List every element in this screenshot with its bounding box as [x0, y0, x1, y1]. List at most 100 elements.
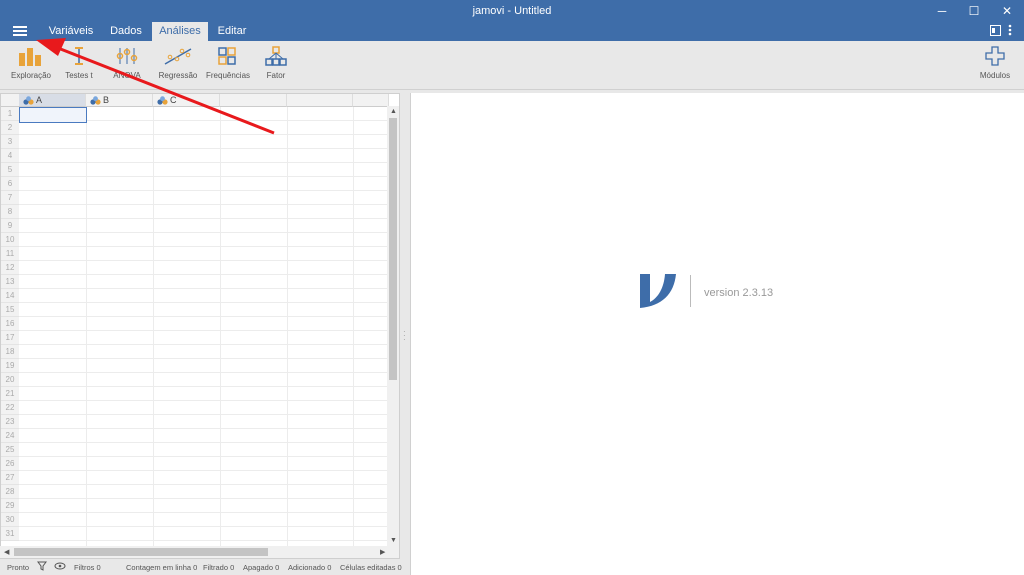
eye-icon[interactable]	[54, 561, 66, 573]
plus-icon	[985, 46, 1005, 66]
row-number[interactable]: 17	[1, 331, 19, 345]
row-number[interactable]: 24	[1, 429, 19, 443]
column-header-c[interactable]: C	[153, 94, 220, 107]
exploration-icon	[19, 48, 41, 66]
row-number[interactable]: 16	[1, 317, 19, 331]
maximize-button[interactable]: ☐	[966, 3, 982, 19]
column-header-b[interactable]: B	[86, 94, 153, 107]
column-header-empty[interactable]	[287, 94, 353, 107]
column-header-a[interactable]: A	[19, 94, 86, 107]
selected-cell[interactable]	[19, 107, 87, 123]
logo-separator	[690, 275, 691, 307]
row-number[interactable]: 12	[1, 261, 19, 275]
frequencies-button[interactable]: Frequências	[206, 45, 250, 80]
anova-button[interactable]: ANOVA	[108, 45, 146, 80]
row-number[interactable]: 7	[1, 191, 19, 205]
data-spreadsheet[interactable]: A B C 1 2 3 4 5 6 7 8 9 10 11 12 13 14 15 16 17 18 19 20 21 2…	[0, 93, 400, 559]
corner-cell[interactable]	[1, 94, 19, 107]
column-header-empty[interactable]	[220, 94, 287, 107]
factor-icon	[265, 46, 287, 66]
row-number[interactable]: 2	[1, 121, 19, 135]
row-number[interactable]: 13	[1, 275, 19, 289]
horizontal-scroll-thumb[interactable]	[14, 548, 268, 556]
status-ready: Pronto	[7, 563, 30, 572]
jamovi-logo-icon	[640, 274, 676, 308]
row-number[interactable]: 22	[1, 401, 19, 415]
regression-button[interactable]: Regressão	[158, 45, 198, 80]
frequencies-icon	[218, 47, 236, 65]
row-number[interactable]: 26	[1, 457, 19, 471]
menu-hamburger-icon[interactable]	[13, 26, 27, 36]
row-number[interactable]: 31	[1, 527, 19, 541]
row-number[interactable]: 20	[1, 373, 19, 387]
more-options-icon[interactable]	[1008, 24, 1012, 39]
row-number[interactable]: 4	[1, 149, 19, 163]
grid-line	[353, 107, 354, 549]
nominal-variable-icon	[23, 96, 34, 105]
grid-line	[19, 358, 388, 359]
row-number[interactable]: 29	[1, 499, 19, 513]
status-filters: Filtros 0	[74, 563, 101, 572]
tab-analises[interactable]: Análises	[152, 22, 208, 41]
row-number[interactable]: 15	[1, 303, 19, 317]
row-number[interactable]: 5	[1, 163, 19, 177]
grid-line	[19, 274, 388, 275]
row-number[interactable]: 6	[1, 177, 19, 191]
row-number[interactable]: 25	[1, 443, 19, 457]
vertical-scroll-thumb[interactable]	[389, 118, 397, 380]
results-panel	[410, 93, 1024, 575]
grid-line	[19, 372, 388, 373]
nominal-variable-icon	[90, 96, 101, 105]
close-button[interactable]: ✕	[999, 3, 1015, 19]
grid-line	[19, 330, 388, 331]
row-number[interactable]: 10	[1, 233, 19, 247]
tab-editar[interactable]: Editar	[208, 22, 256, 41]
scroll-right-arrow-icon[interactable]: ▶	[380, 548, 385, 556]
regression-label: Regressão	[158, 71, 198, 80]
grid-line	[19, 512, 388, 513]
row-number[interactable]: 30	[1, 513, 19, 527]
row-number[interactable]: 9	[1, 219, 19, 233]
exploration-button[interactable]: Exploração	[10, 45, 52, 80]
row-number[interactable]: 23	[1, 415, 19, 429]
scroll-up-arrow-icon[interactable]: ▲	[390, 108, 397, 115]
row-number[interactable]: 11	[1, 247, 19, 261]
grid-line	[86, 107, 87, 549]
filter-icon[interactable]	[37, 561, 47, 573]
row-number[interactable]: 21	[1, 387, 19, 401]
grid-line	[19, 176, 388, 177]
grid-line	[19, 428, 388, 429]
scroll-down-arrow-icon[interactable]: ▼	[390, 537, 397, 544]
window-title: jamovi - Untitled	[472, 5, 552, 17]
column-header-empty[interactable]	[353, 94, 389, 107]
grid-line	[19, 414, 388, 415]
grid-line	[19, 344, 388, 345]
factor-button[interactable]: Fator	[260, 45, 292, 80]
status-bar: Pronto Filtros 0 Contagem em linha 0 Fil…	[0, 559, 402, 575]
grid-line	[19, 190, 388, 191]
grid-line	[153, 107, 154, 549]
row-number[interactable]: 19	[1, 359, 19, 373]
grid-line	[19, 148, 388, 149]
row-number[interactable]: 3	[1, 135, 19, 149]
row-number[interactable]: 14	[1, 289, 19, 303]
panel-mode-icon[interactable]	[990, 25, 1001, 39]
ttest-button[interactable]: Testes t	[60, 45, 98, 80]
tab-bar: Variáveis Dados Análises Editar	[0, 22, 1024, 41]
row-number[interactable]: 28	[1, 485, 19, 499]
tab-dados[interactable]: Dados	[100, 22, 152, 41]
row-number[interactable]: 8	[1, 205, 19, 219]
grid-line	[19, 526, 388, 527]
row-number[interactable]: 18	[1, 345, 19, 359]
tab-variaveis[interactable]: Variáveis	[42, 22, 100, 41]
scroll-left-arrow-icon[interactable]: ◀	[4, 548, 9, 556]
row-number[interactable]: 27	[1, 471, 19, 485]
panel-splitter[interactable]: · · ·	[403, 328, 406, 344]
modules-button[interactable]: Módulos	[978, 45, 1012, 80]
version-label: version 2.3.13	[704, 287, 774, 299]
status-filtered: Filtrado 0	[203, 563, 235, 572]
minimize-button[interactable]: ─	[934, 3, 950, 19]
grid-line	[19, 484, 388, 485]
grid-line	[19, 456, 388, 457]
row-number[interactable]: 1	[1, 107, 19, 121]
